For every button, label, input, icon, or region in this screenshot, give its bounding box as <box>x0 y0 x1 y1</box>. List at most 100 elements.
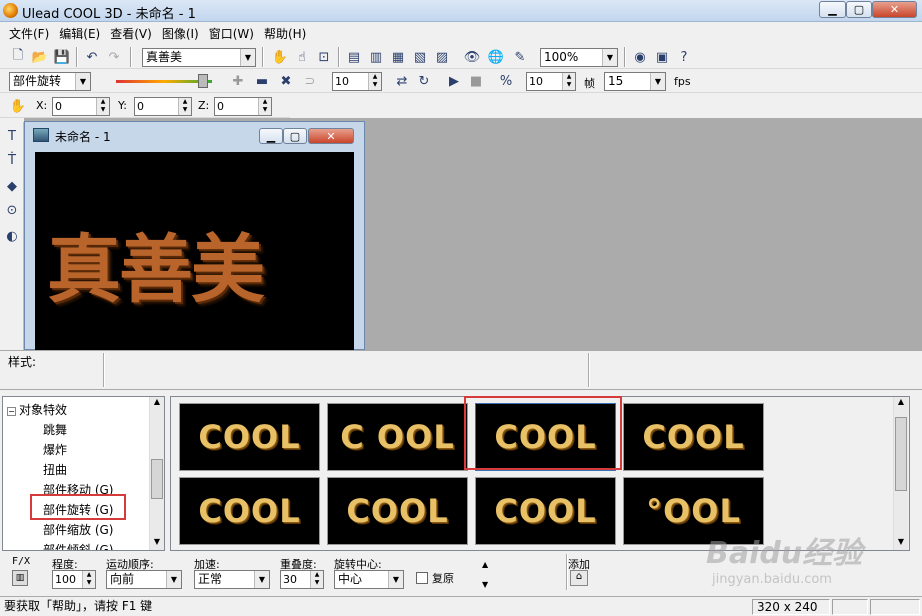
minimize-button[interactable]: ▁ <box>819 1 846 18</box>
maximize-button[interactable]: ▢ <box>846 1 872 18</box>
stop-icon[interactable]: ■ <box>466 71 486 91</box>
order-combo[interactable]: 向前 ▼ <box>106 570 182 589</box>
tree-root[interactable]: − 对象特效 <box>7 401 67 418</box>
effect-thumbnail[interactable]: C OOL <box>327 403 468 471</box>
layer-icon[interactable]: ▤ <box>344 47 364 67</box>
layer-icon-5[interactable]: ▨ <box>432 47 452 67</box>
open-icon[interactable]: 📂 <box>30 47 50 67</box>
eye-icon[interactable]: 👁 <box>462 47 482 67</box>
layer-icon-4[interactable]: ▧ <box>410 47 430 67</box>
chevron-down-icon[interactable]: ▼ <box>650 73 665 90</box>
z-spin[interactable]: 0 ▲ ▼ <box>214 97 272 116</box>
new-icon[interactable]: 🗋 <box>8 47 28 67</box>
doc-close-button[interactable]: ✕ <box>308 128 354 144</box>
save-icon[interactable]: 💾 <box>52 47 72 67</box>
scroll-down-icon[interactable]: ▼ <box>150 537 164 546</box>
hand-icon[interactable]: ✋ <box>270 47 290 67</box>
menu-file[interactable]: 文件(F) <box>4 25 54 42</box>
scroll-up-icon[interactable]: ▲ <box>894 397 908 406</box>
degree-spin[interactable]: 100 ▲ ▼ <box>52 570 96 589</box>
add-button[interactable]: ⌂ <box>570 570 588 586</box>
add-keyframe-icon[interactable]: ✚ <box>228 71 248 91</box>
scroll-up-icon[interactable]: ▲ <box>150 397 164 406</box>
insert-text-icon[interactable]: T <box>2 126 22 146</box>
light-icon[interactable]: ◐ <box>2 226 22 246</box>
frame-num-spin[interactable]: 10 ▲ ▼ <box>526 72 576 91</box>
loop-icon[interactable]: ⊃ <box>300 71 320 91</box>
doc-maximize-button[interactable]: ▢ <box>283 128 307 144</box>
percent-icon[interactable]: % <box>496 71 516 91</box>
fx-icon[interactable]: ▥ <box>12 570 28 586</box>
center-combo[interactable]: 中心 ▼ <box>334 570 404 589</box>
palette-icon[interactable]: ▣ <box>652 47 672 67</box>
tree-item[interactable]: 跳舞 <box>43 421 67 438</box>
swap-icon[interactable]: ⇄ <box>392 71 412 91</box>
chevron-down-icon[interactable]: ▼ <box>75 73 90 90</box>
tree-scrollbar[interactable]: ▲ ▼ <box>149 397 164 550</box>
x-spin[interactable]: 0 ▲ ▼ <box>52 97 110 116</box>
options-scroll-icon[interactable]: ▲ ▼ <box>482 560 488 590</box>
doc-minimize-button[interactable]: ▁ <box>259 128 283 144</box>
effect-thumbnail[interactable]: COOL <box>623 403 764 471</box>
chevron-down-icon[interactable]: ▼ <box>166 571 181 588</box>
tree-item[interactable]: 爆炸 <box>43 441 67 458</box>
menu-edit[interactable]: 编辑(E) <box>54 25 105 42</box>
effect-combo[interactable]: 部件旋转 ▼ <box>9 72 91 91</box>
remove-keyframe-icon[interactable]: ▬ <box>252 71 272 91</box>
select-object-icon[interactable]: ⊙ <box>2 200 22 220</box>
tree-item[interactable]: 部件缩放 (G) <box>43 521 113 538</box>
undo-icon[interactable]: ↶ <box>82 47 102 67</box>
text-combo[interactable]: 真善美 ▼ <box>142 48 256 67</box>
fps-combo[interactable]: 15 ▼ <box>604 72 666 91</box>
menu-window[interactable]: 窗口(W) <box>204 25 259 42</box>
zoom-combo[interactable]: 100% ▼ <box>540 48 618 67</box>
tree-item[interactable]: 部件倾斜 (G) <box>43 541 113 550</box>
accel-combo[interactable]: 正常 ▼ <box>194 570 270 589</box>
scroll-thumb[interactable] <box>151 459 163 499</box>
effect-thumbnail[interactable]: COOL <box>179 477 320 545</box>
frames-spin[interactable]: 10 ▲ ▼ <box>332 72 382 91</box>
canvas-3d-text[interactable]: 真善美 <box>47 210 265 317</box>
close-button[interactable]: ✕ <box>872 1 917 18</box>
timeline-slider[interactable] <box>102 72 224 90</box>
rotate-hand-icon[interactable]: ☝ <box>292 47 312 67</box>
layer-icon-2[interactable]: ▥ <box>366 47 386 67</box>
edit-text-icon[interactable]: Ṫ <box>2 150 22 170</box>
status-bar: 要获取「帮助」，请按 F1 键 320 x 240 <box>0 596 922 616</box>
fit-icon[interactable]: ⊡ <box>314 47 334 67</box>
effect-thumbnail[interactable]: COOL <box>327 477 468 545</box>
chevron-down-icon[interactable]: ▼ <box>254 571 269 588</box>
tree-item[interactable]: 扭曲 <box>43 461 67 478</box>
chevron-down-icon[interactable]: ▼ <box>388 571 403 588</box>
scroll-thumb[interactable] <box>895 417 907 491</box>
globe-icon[interactable]: 🌐 <box>486 47 506 67</box>
chevron-down-icon[interactable]: ▼ <box>602 49 617 66</box>
help-pointer-icon[interactable]: ? <box>674 47 694 67</box>
web-icon[interactable]: ◉ <box>630 47 650 67</box>
refresh-icon[interactable]: ↻ <box>414 71 434 91</box>
redo-icon[interactable]: ↷ <box>104 47 124 67</box>
play-icon[interactable]: ▶ <box>444 71 464 91</box>
effect-thumbnail[interactable]: COOL <box>179 403 320 471</box>
overlap-spin[interactable]: 30 ▲ ▼ <box>280 570 324 589</box>
insert-shape-icon[interactable]: ◆ <box>2 176 22 196</box>
effect-thumbnail[interactable]: COOL <box>475 477 616 545</box>
gallery-highlight-box <box>464 396 622 470</box>
gallery-scrollbar[interactable]: ▲ ▼ <box>893 397 908 550</box>
chevron-down-icon[interactable]: ▼ <box>240 49 255 66</box>
move-hand-icon[interactable]: ✋ <box>8 96 28 116</box>
edit-icon[interactable]: ✎ <box>510 47 530 67</box>
document-title: 未命名 - 1 <box>55 130 111 144</box>
collapse-icon[interactable]: − <box>7 407 16 416</box>
y-spin[interactable]: 0 ▲ ▼ <box>134 97 192 116</box>
layer-icon-3[interactable]: ▦ <box>388 47 408 67</box>
x-label: X: <box>36 99 48 112</box>
reverse-icon[interactable]: ✖ <box>276 71 296 91</box>
menu-image[interactable]: 图像(I) <box>157 25 204 42</box>
restore-checkbox[interactable] <box>416 572 428 584</box>
slider-thumb[interactable] <box>198 74 208 88</box>
render-canvas[interactable]: 真善美 <box>35 152 354 350</box>
menu-help[interactable]: 帮助(H) <box>259 25 311 42</box>
menu-view[interactable]: 查看(V) <box>105 25 157 42</box>
scroll-down-icon[interactable]: ▼ <box>894 537 908 546</box>
